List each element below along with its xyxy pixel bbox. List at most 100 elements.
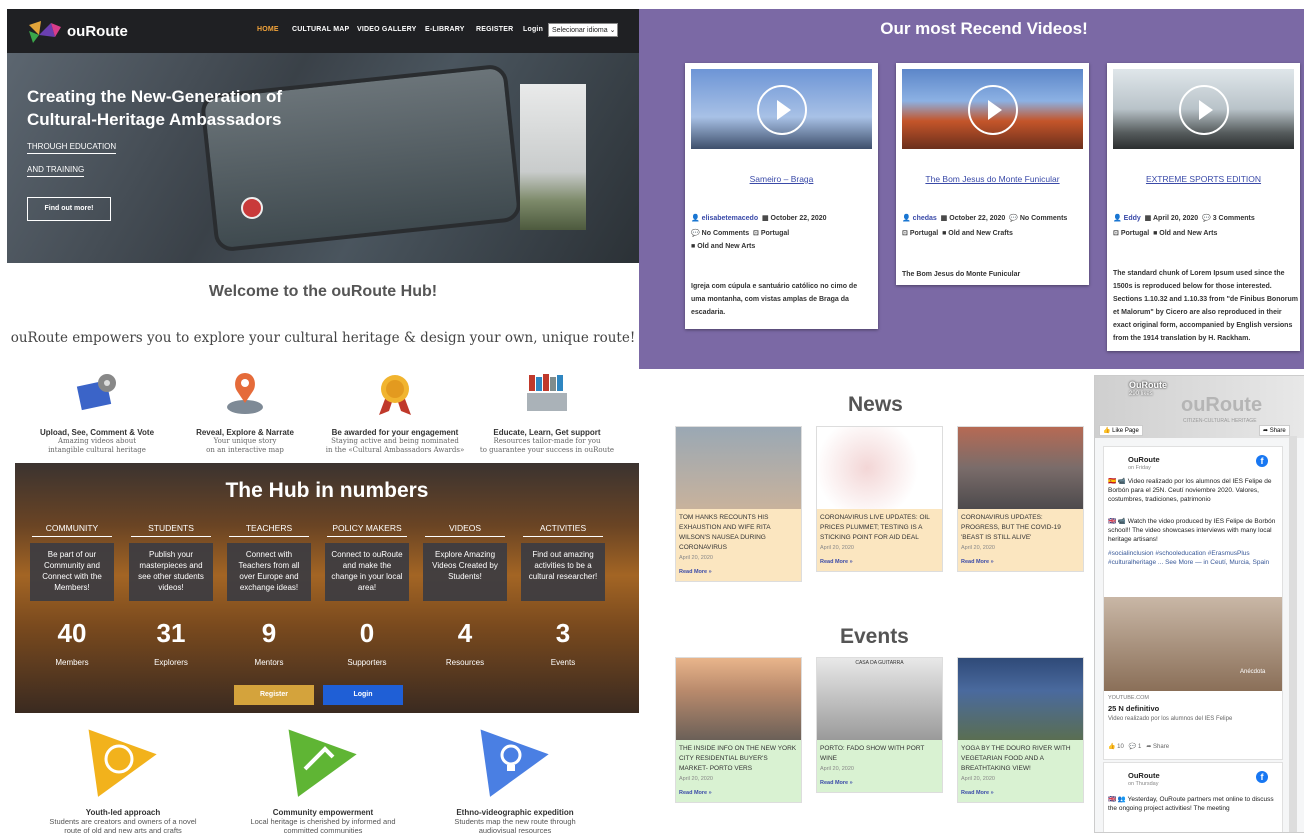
handshake-icon bbox=[288, 729, 357, 797]
find-out-more-button[interactable]: Find out more! bbox=[27, 197, 111, 221]
fb-post-author[interactable]: OuRoute bbox=[1128, 771, 1160, 780]
stat-category: COMMUNITY bbox=[45, 523, 99, 533]
event-headline[interactable]: YOGA BY THE DOURO RIVER WITH VEGETARIAN … bbox=[961, 744, 1080, 774]
event-image[interactable] bbox=[676, 658, 801, 740]
stat-col-students: STUDENTS Publish your masterpieces and s… bbox=[127, 523, 215, 601]
stat-col-policy-makers: POLICY MAKERS Connect to ouRoute and mak… bbox=[323, 523, 411, 601]
video-title-link[interactable]: The Bom Jesus do Monte Funicular bbox=[896, 174, 1089, 184]
hero-subtitle-1: THROUGH EDUCATION bbox=[27, 142, 117, 154]
fb-post-time[interactable]: on Thursday bbox=[1128, 781, 1158, 787]
event-image[interactable] bbox=[958, 658, 1083, 740]
approach-desc: committed communities bbox=[283, 826, 363, 835]
video-thumbnail[interactable] bbox=[1113, 69, 1294, 149]
stat-col-videos: VIDEOS Explore Amazing Videos Created by… bbox=[421, 523, 509, 601]
hub-header-screenshot: ouRoute HOME CULTURAL MAP VIDEO GALLERY … bbox=[7, 9, 639, 263]
stat-description: Connect with Teachers from all over Euro… bbox=[227, 543, 311, 601]
news-image[interactable] bbox=[817, 427, 942, 509]
stat-number: 9 bbox=[261, 618, 277, 648]
stat-number: 0 bbox=[359, 618, 375, 648]
video-category[interactable]: Old and New Crafts bbox=[948, 230, 1013, 237]
language-select[interactable]: Selecionar idioma ⌄ bbox=[548, 23, 618, 37]
nav-home[interactable]: HOME bbox=[257, 26, 279, 33]
event-card[interactable]: THE INSIDE INFO ON THE NEW YORK CITY RES… bbox=[675, 657, 802, 803]
fb-link-title[interactable]: 25 N definitivo bbox=[1108, 704, 1159, 713]
fb-cover-subtitle: CITIZEN-CULTURAL HERITAGE bbox=[1183, 418, 1257, 424]
play-icon[interactable] bbox=[757, 85, 807, 135]
news-image[interactable] bbox=[958, 427, 1083, 509]
fb-post-image[interactable]: Anécdota bbox=[1104, 597, 1282, 691]
event-image-caption: CASA DA GUITARRA bbox=[855, 660, 904, 666]
news-card[interactable]: CORONAVIRUS UPDATES: PROGRESS, BUT THE C… bbox=[957, 426, 1084, 572]
event-card[interactable]: CASA DA GUITARRA PORTO: FADO SHOW WITH P… bbox=[816, 657, 943, 793]
fb-share-button[interactable]: ➦ Share bbox=[1259, 425, 1290, 436]
library-books-icon bbox=[527, 374, 567, 411]
fb-scrollbar[interactable] bbox=[1289, 436, 1297, 832]
hero-title: Creating the New-Generation of Cultural-H… bbox=[27, 87, 283, 129]
nav-register[interactable]: REGISTER bbox=[476, 26, 513, 33]
stat-col-teachers: TEACHERS Connect with Teachers from all … bbox=[225, 523, 313, 601]
read-more-link[interactable]: Read More » bbox=[961, 788, 1080, 798]
nav-video-gallery[interactable]: VIDEO GALLERY bbox=[357, 26, 417, 33]
news-headline[interactable]: CORONAVIRUS UPDATES: PROGRESS, BUT THE C… bbox=[961, 513, 1080, 543]
stat-label: Members bbox=[55, 658, 89, 667]
play-icon[interactable] bbox=[1179, 85, 1229, 135]
feature-title: Reveal, Explore & Narrate bbox=[196, 428, 294, 437]
read-more-link[interactable]: Read More » bbox=[679, 788, 798, 798]
video-country[interactable]: Portugal bbox=[761, 230, 789, 237]
video-title-link[interactable]: Sameiro – Braga bbox=[685, 174, 878, 184]
video-date: October 22, 2020 bbox=[770, 215, 827, 222]
news-card[interactable]: TOM HANKS RECOUNTS HIS EXHAUSTION AND WI… bbox=[675, 426, 802, 582]
play-icon[interactable] bbox=[968, 85, 1018, 135]
stat-number: 31 bbox=[156, 618, 186, 648]
event-headline[interactable]: PORTO: FADO SHOW WITH PORT WINE bbox=[820, 744, 939, 764]
video-author[interactable]: elisabetemacedo bbox=[702, 215, 758, 222]
video-title-link[interactable]: EXTREME SPORTS EDITION bbox=[1107, 174, 1300, 184]
event-date: April 20, 2020 bbox=[679, 776, 713, 782]
nav-login[interactable]: Login bbox=[523, 26, 543, 33]
video-comments[interactable]: No Comments bbox=[1020, 215, 1067, 222]
read-more-link[interactable]: Read More » bbox=[820, 557, 939, 567]
video-card[interactable]: The Bom Jesus do Monte Funicular 👤 cheda… bbox=[896, 63, 1089, 285]
video-author[interactable]: chedas bbox=[913, 215, 937, 222]
hero-photo bbox=[520, 84, 586, 230]
video-country[interactable]: Portugal bbox=[910, 230, 938, 237]
video-thumbnail[interactable] bbox=[691, 69, 872, 149]
stat-col-community: COMMUNITY Be part of our Community and C… bbox=[28, 523, 116, 601]
video-comments[interactable]: No Comments bbox=[702, 230, 749, 237]
read-more-link[interactable]: Read More » bbox=[679, 567, 798, 577]
nav-e-library[interactable]: E-LIBRARY bbox=[425, 26, 465, 33]
event-image[interactable]: CASA DA GUITARRA bbox=[817, 658, 942, 740]
news-image[interactable] bbox=[676, 427, 801, 509]
fb-post-author[interactable]: OuRoute bbox=[1128, 455, 1160, 464]
video-country[interactable]: Portugal bbox=[1121, 230, 1149, 237]
approach-ethno: Ethno-videographic expedition Students m… bbox=[415, 721, 615, 835]
fb-like-page-button[interactable]: 👍 Like Page bbox=[1099, 425, 1143, 436]
read-more-link[interactable]: Read More » bbox=[961, 557, 1080, 567]
fb-post-time[interactable]: on Friday bbox=[1128, 465, 1151, 471]
login-button[interactable]: Login bbox=[323, 685, 403, 705]
video-card[interactable]: EXTREME SPORTS EDITION 👤 Eddy ▦ April 20… bbox=[1107, 63, 1300, 351]
register-button[interactable]: Register bbox=[234, 685, 314, 705]
news-card[interactable]: CORONAVIRUS LIVE UPDATES: OIL PRICES PLU… bbox=[816, 426, 943, 572]
stat-description: Explore Amazing Videos Created by Studen… bbox=[423, 543, 507, 601]
nav-cultural-map[interactable]: CULTURAL MAP bbox=[292, 26, 349, 33]
facebook-cover: OuRoute 290 likes ouRoute CITIZEN-CULTUR… bbox=[1095, 376, 1304, 438]
video-thumbnail[interactable] bbox=[902, 69, 1083, 149]
feature-desc: Staying active and being nominated bbox=[331, 437, 459, 445]
hub-numbers-title: The Hub in numbers bbox=[225, 479, 429, 502]
read-more-link[interactable]: Read More » bbox=[820, 778, 939, 788]
fb-post-hashtags[interactable]: #socialinclusion #schooleducation #Erasm… bbox=[1108, 549, 1276, 567]
fb-page-name[interactable]: OuRoute bbox=[1129, 380, 1167, 390]
news-headline[interactable]: CORONAVIRUS LIVE UPDATES: OIL PRICES PLU… bbox=[820, 513, 939, 543]
video-author[interactable]: Eddy bbox=[1124, 215, 1141, 222]
video-category[interactable]: Old and New Arts bbox=[1159, 230, 1217, 237]
video-category[interactable]: Old and New Arts bbox=[697, 243, 755, 250]
feature-desc: in the «Cultural Ambassadors Awards» bbox=[325, 446, 465, 454]
video-card[interactable]: Sameiro – Braga 👤 elisabetemacedo ▦ Octo… bbox=[685, 63, 878, 329]
feature-desc: Resources tailor-made for you bbox=[493, 437, 601, 445]
video-comments[interactable]: 3 Comments bbox=[1213, 215, 1255, 222]
video-date: October 22, 2020 bbox=[949, 215, 1006, 222]
news-headline[interactable]: TOM HANKS RECOUNTS HIS EXHAUSTION AND WI… bbox=[679, 513, 798, 553]
event-card[interactable]: YOGA BY THE DOURO RIVER WITH VEGETARIAN … bbox=[957, 657, 1084, 803]
event-headline[interactable]: THE INSIDE INFO ON THE NEW YORK CITY RES… bbox=[679, 744, 798, 774]
